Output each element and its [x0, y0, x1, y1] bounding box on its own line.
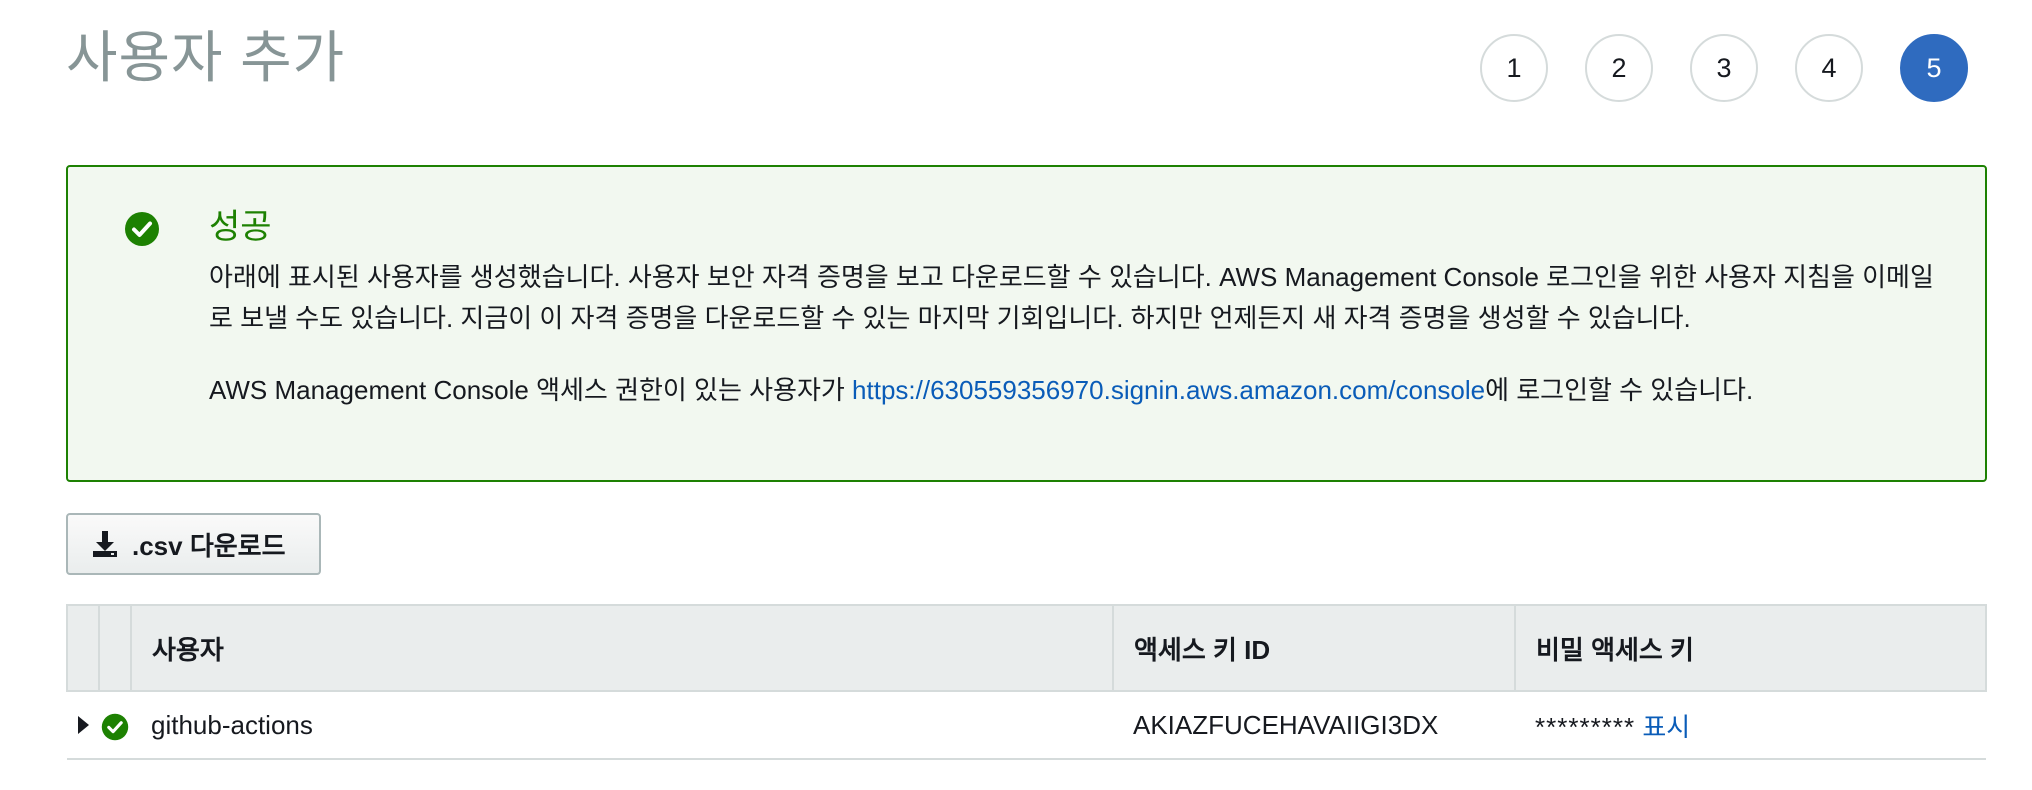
- header-access-key-id[interactable]: 액세스 키 ID: [1112, 604, 1516, 692]
- access-key-id: AKIAZFUCEHAVAIIGI3DX: [1113, 691, 1515, 760]
- table-row: github-actions AKIAZFUCEHAVAIIGI3DX ****…: [67, 691, 1986, 760]
- header-status: [98, 604, 132, 692]
- alert-title: 성공: [209, 208, 272, 246]
- show-secret-link[interactable]: 표시: [1642, 712, 1690, 742]
- expand-arrow-icon[interactable]: [77, 715, 89, 734]
- check-circle-icon: [125, 212, 159, 246]
- header-secret-key[interactable]: 비밀 액세스 키: [1514, 604, 1987, 692]
- check-circle-icon: [101, 713, 129, 740]
- success-alert: 성공 아래에 표시된 사용자를 생성했습니다. 사용자 보안 자격 증명을 보고…: [66, 165, 1987, 482]
- signin-link[interactable]: https://630559356970.signin.aws.amazon.c…: [852, 375, 1485, 405]
- download-csv-label: .csv 다운로드: [132, 530, 286, 561]
- step-4[interactable]: 4: [1795, 34, 1863, 102]
- expand-cell[interactable]: [67, 691, 99, 760]
- status-cell: [99, 691, 131, 760]
- secret-key-cell: ********* 표시: [1515, 691, 1986, 760]
- download-icon: [93, 531, 117, 557]
- step-1[interactable]: 1: [1480, 34, 1548, 102]
- table-header-row: 사용자 액세스 키 ID 비밀 액세스 키: [66, 604, 1987, 692]
- user-name: github-actions: [131, 691, 1113, 760]
- signin-suffix: 에 로그인할 수 있습니다.: [1485, 375, 1754, 405]
- alert-body: 아래에 표시된 사용자를 생성했습니다. 사용자 보안 자격 증명을 보고 다운…: [209, 257, 1949, 411]
- header-expand: [66, 604, 100, 692]
- step-2[interactable]: 2: [1585, 34, 1653, 102]
- header-user[interactable]: 사용자: [130, 604, 1114, 692]
- download-csv-button[interactable]: .csv 다운로드: [66, 513, 321, 575]
- step-5[interactable]: 5: [1900, 34, 1968, 102]
- page-title: 사용자 추가: [66, 26, 346, 89]
- alert-signin-info: AWS Management Console 액세스 권한이 있는 사용자가 h…: [209, 370, 1949, 411]
- signin-prefix: AWS Management Console 액세스 권한이 있는 사용자가: [209, 375, 853, 405]
- secret-key-mask: *********: [1535, 711, 1636, 742]
- step-3[interactable]: 3: [1690, 34, 1758, 102]
- users-table: 사용자 액세스 키 ID 비밀 액세스 키 github-actions AKI…: [66, 604, 1987, 760]
- alert-message: 아래에 표시된 사용자를 생성했습니다. 사용자 보안 자격 증명을 보고 다운…: [209, 262, 1934, 333]
